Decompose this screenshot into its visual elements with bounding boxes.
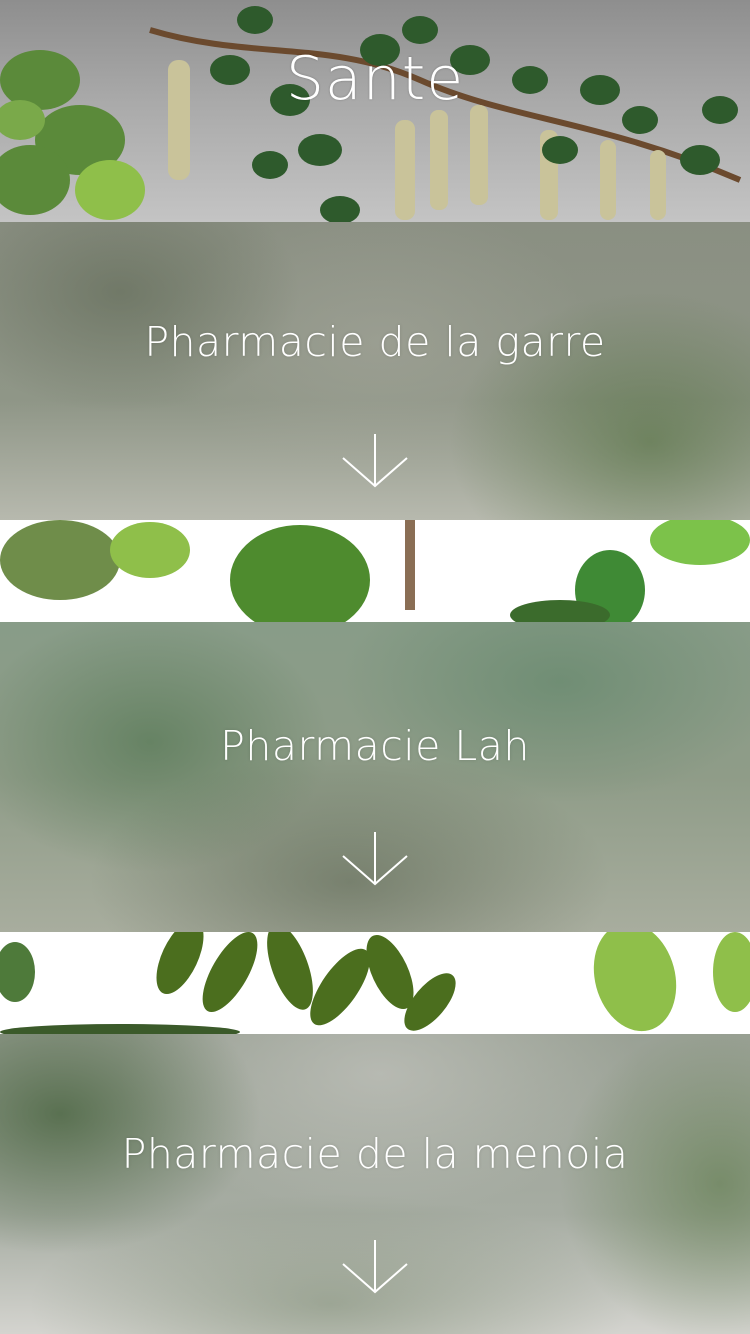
foliage-strip: [0, 932, 750, 1034]
arrow-down-icon[interactable]: [340, 432, 410, 490]
arrow-down-icon[interactable]: [340, 1238, 410, 1296]
pharmacy-card[interactable]: Pharmacie Lah: [0, 622, 750, 932]
arrow-down-icon[interactable]: [340, 830, 410, 888]
page-title: Sante: [285, 44, 465, 114]
header-banner: Sante: [0, 0, 750, 222]
pharmacy-card[interactable]: Pharmacie de la menoia: [0, 1034, 750, 1334]
pharmacy-name: Pharmacie de la menoia: [121, 1130, 629, 1178]
foliage-strip: [0, 520, 750, 622]
pharmacy-name: Pharmacie Lah: [220, 722, 530, 770]
pharmacy-card[interactable]: Pharmacie de la garre: [0, 222, 750, 520]
pharmacy-name: Pharmacie de la garre: [144, 318, 606, 366]
